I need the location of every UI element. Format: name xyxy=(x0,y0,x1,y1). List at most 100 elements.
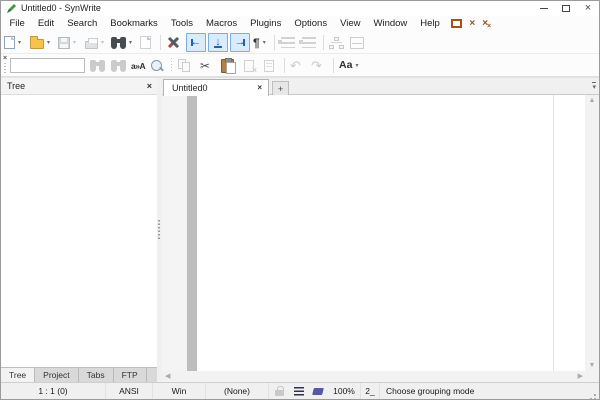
document-tab[interactable]: Untitled0 × xyxy=(163,79,269,96)
scroll-down-icon[interactable]: ▼ xyxy=(585,362,599,369)
close-search-toolbar-icon[interactable]: × xyxy=(2,54,8,63)
window-title: Untitled0 - SynWrite xyxy=(21,3,101,13)
toolbar-grip[interactable] xyxy=(4,63,6,74)
vertical-scrollbar[interactable]: ▲ ▼ xyxy=(585,95,599,371)
open-dropdown-icon[interactable]: ▾ xyxy=(47,40,50,46)
change-case-icon: a»A xyxy=(131,61,145,71)
grouping-mode-cell[interactable]: Choose grouping mode xyxy=(380,383,585,399)
toolbar-separator xyxy=(284,58,285,73)
encoding-cell[interactable]: ANSI xyxy=(106,383,153,399)
editor-body[interactable]: ▲ ▼ xyxy=(162,95,599,371)
resize-grip-icon[interactable] xyxy=(594,394,596,396)
search-options-button[interactable] xyxy=(150,57,164,74)
toolbar-separator xyxy=(274,35,275,50)
line-endings-cell[interactable]: Win xyxy=(153,383,206,399)
panel-tab-tabs[interactable]: Tabs xyxy=(79,368,114,382)
copy-button[interactable] xyxy=(178,57,192,74)
split-view-button[interactable] xyxy=(350,34,364,51)
save-button[interactable]: ▾ xyxy=(58,34,76,51)
nonprinted-dropdown-icon[interactable]: ▾ xyxy=(263,40,266,46)
magnifier-icon xyxy=(150,59,164,73)
panel-tab-tree[interactable]: Tree xyxy=(1,368,35,382)
fold-gutter[interactable] xyxy=(187,95,197,371)
select-all-icon xyxy=(264,60,274,72)
menu-bookmarks[interactable]: Bookmarks xyxy=(104,16,165,31)
case-sensitive-button[interactable]: a»A xyxy=(131,57,145,74)
tab-size-cell[interactable]: 2_ xyxy=(361,383,380,399)
redo-button[interactable]: ↷ xyxy=(311,57,322,74)
select-all-button[interactable] xyxy=(264,57,274,74)
app-logo-icon xyxy=(6,3,17,14)
tree-panel-close-icon[interactable]: × xyxy=(146,81,153,92)
pilcrow-icon: ¶ xyxy=(253,37,260,49)
new-file-button[interactable]: ▾ xyxy=(4,34,21,51)
zoom-cell[interactable]: 100% xyxy=(328,383,361,399)
reload-file-button[interactable] xyxy=(140,34,151,51)
scroll-left-icon[interactable]: ◀ xyxy=(165,373,170,380)
focus-tree-toggle[interactable]: ← xyxy=(186,33,206,52)
show-nonprinted-button[interactable]: ¶▾ xyxy=(253,34,266,51)
scissors-icon: ✂ xyxy=(200,60,210,72)
open-file-button[interactable]: ▾ xyxy=(30,34,50,51)
close-icon: × xyxy=(585,3,591,14)
panel-tab-project[interactable]: Project xyxy=(35,368,78,382)
app-window: Untitled0 - SynWrite × File Edit Search … xyxy=(0,0,600,400)
menu-tools[interactable]: Tools xyxy=(164,16,199,31)
find-dropdown-icon[interactable]: ▾ xyxy=(129,40,132,46)
tab-close-icon[interactable]: × xyxy=(257,84,262,92)
find-previous-button[interactable] xyxy=(111,57,126,74)
scroll-right-icon[interactable]: ▶ xyxy=(578,373,583,380)
new-file-dropdown-icon[interactable]: ▾ xyxy=(18,40,21,46)
scroll-up-icon[interactable]: ▲ xyxy=(585,97,599,104)
menu-view[interactable]: View xyxy=(334,16,367,31)
tools-button[interactable] xyxy=(166,34,181,51)
minimize-button[interactable] xyxy=(533,1,555,16)
document-tab-bar: Untitled0 × + ▾ xyxy=(162,77,599,95)
maximize-button[interactable] xyxy=(555,1,577,16)
focus-editor-toggle[interactable]: ↓ xyxy=(208,33,228,52)
find-next-button[interactable] xyxy=(90,57,105,74)
mdi-maximize-icon[interactable] xyxy=(451,19,462,28)
panel-tab-bar: Tree Project Tabs FTP xyxy=(1,367,157,382)
menu-window[interactable]: Window xyxy=(367,16,414,31)
delete-selection-button[interactable] xyxy=(244,57,254,74)
word-wrap-cell[interactable] xyxy=(289,383,308,399)
menu-options[interactable]: Options xyxy=(288,16,334,31)
menu-plugins[interactable]: Plugins xyxy=(244,16,288,31)
clipboard-paste-icon xyxy=(221,59,234,73)
mdi-close-icon[interactable]: × xyxy=(469,19,475,29)
menu-search[interactable]: Search xyxy=(61,16,104,31)
panel-tab-ftp[interactable]: FTP xyxy=(114,368,147,382)
print-button[interactable]: ▾ xyxy=(85,34,104,51)
indent-increase-button[interactable] xyxy=(281,34,295,51)
status-bar: 1 : 1 (0) ANSI Win (None) 100% 2_ Choose… xyxy=(1,382,599,399)
readonly-cell[interactable] xyxy=(269,383,289,399)
new-tab-button[interactable]: + xyxy=(272,81,289,96)
tree-structure-icon xyxy=(329,37,344,49)
horizontal-scrollbar[interactable]: ◀ ▶ xyxy=(162,371,599,382)
mdi-close-all-icon[interactable]: ×× xyxy=(482,19,491,29)
indent-decrease-button[interactable] xyxy=(302,34,316,51)
tree-panel-title: Tree xyxy=(7,81,25,91)
menu-macros[interactable]: Macros xyxy=(200,16,244,31)
font-dropdown-icon[interactable]: ▾ xyxy=(355,63,358,69)
undo-button[interactable]: ↶ xyxy=(290,57,301,74)
highlight-cell[interactable] xyxy=(308,383,328,399)
menu-help[interactable]: Help xyxy=(414,16,447,31)
paste-button[interactable] xyxy=(221,57,234,74)
tab-list-dropdown-icon[interactable]: ▾ xyxy=(592,82,596,91)
focus-clips-toggle[interactable]: → xyxy=(230,33,250,52)
quick-search-input[interactable] xyxy=(10,58,85,73)
split-view-icon xyxy=(350,37,364,49)
menu-edit[interactable]: Edit xyxy=(31,16,60,31)
tree-structure-button[interactable] xyxy=(329,34,344,51)
tree-panel: Tree × Tree Project Tabs FTP xyxy=(1,77,157,382)
cut-button[interactable]: ✂ xyxy=(200,57,210,74)
print-dropdown-icon[interactable]: ▾ xyxy=(101,40,104,46)
close-button[interactable]: × xyxy=(577,1,599,16)
lexer-cell[interactable]: (None) xyxy=(206,383,269,399)
save-dropdown-icon[interactable]: ▾ xyxy=(73,40,76,46)
font-button[interactable]: Aa▾ xyxy=(339,57,358,74)
menu-file[interactable]: File xyxy=(3,16,31,31)
find-button[interactable]: ▾ xyxy=(111,34,132,51)
